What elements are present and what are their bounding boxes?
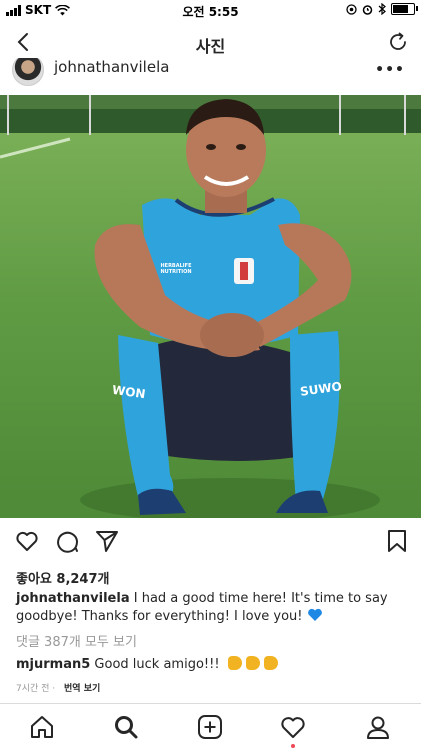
battery-icon	[391, 3, 418, 15]
bottom-tab-bar	[0, 703, 421, 751]
meta-separator: ·	[49, 684, 59, 694]
post-username[interactable]: johnathanvilela	[54, 58, 169, 76]
search-icon[interactable]	[112, 713, 140, 741]
emoji-fist-icon	[263, 656, 278, 670]
more-icon[interactable]: •••	[375, 62, 405, 78]
post-photo-image	[0, 95, 421, 518]
bookmark-icon[interactable]	[386, 528, 408, 554]
add-icon[interactable]	[196, 713, 224, 741]
post-header: johnathanvilela •••	[0, 58, 421, 94]
location-icon	[346, 3, 357, 15]
post-meta: 7시간 전 · 번역 보기	[16, 681, 100, 694]
caption-username[interactable]: johnathanvilela	[16, 591, 130, 606]
home-icon[interactable]	[28, 713, 56, 741]
likes-count[interactable]: 좋아요 8,247개	[16, 568, 110, 587]
share-icon[interactable]	[94, 528, 120, 554]
view-all-comments-link[interactable]: 댓글 387개 모두 보기	[16, 631, 137, 650]
translate-link[interactable]: 번역 보기	[64, 684, 100, 694]
profile-icon[interactable]	[364, 713, 392, 741]
notification-dot	[291, 744, 295, 748]
page-title: 사진	[195, 37, 226, 56]
bluetooth-icon	[378, 3, 386, 15]
comment-item: mjurman5 Good luck amigo!!!	[16, 656, 278, 672]
jersey-sponsor: HERBALIFE NUTRITION	[160, 263, 192, 275]
avatar[interactable]	[12, 58, 44, 86]
comment-icon[interactable]	[54, 528, 80, 554]
comment-text: Good luck amigo!!!	[90, 657, 224, 672]
emoji-fist-icon	[227, 656, 242, 670]
blue-heart-icon	[307, 608, 322, 621]
post-action-bar	[0, 528, 421, 558]
status-bar: SKT 오전 5:55	[0, 0, 421, 22]
post-time: 7시간 전	[16, 684, 50, 694]
heart-icon[interactable]	[14, 528, 40, 554]
post-photo[interactable]: HERBALIFE NUTRITION WON SUWO	[0, 95, 421, 518]
emoji-fist-icon	[245, 656, 260, 670]
comment-username[interactable]: mjurman5	[16, 657, 90, 672]
activity-icon[interactable]	[279, 713, 307, 741]
alarm-icon	[362, 4, 373, 15]
post-caption: johnathanvilela I had a good time here! …	[16, 590, 411, 626]
refresh-icon[interactable]	[387, 31, 409, 53]
